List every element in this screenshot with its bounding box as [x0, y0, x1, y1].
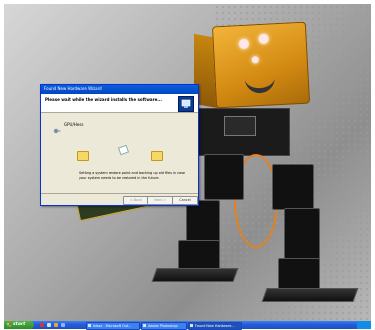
wizard-status-message: Setting a system restore point and backi…: [79, 171, 185, 180]
robot-eye-left: [238, 38, 250, 50]
start-label: start: [13, 322, 26, 327]
next-button[interactable]: Next >: [147, 196, 173, 205]
wizard-title: Found New Hardware Wizard: [44, 86, 102, 91]
taskbar-item-label: Inbox - Microsoft Out...: [93, 324, 132, 328]
taskbar-item-label: Adobe Photoshop: [148, 324, 178, 328]
windows-flag-icon: [7, 323, 11, 327]
desktop: Found New Hardware Wizard Please wait wh…: [4, 4, 371, 321]
servo-hip-left: [204, 154, 244, 200]
flying-file-icon: [117, 144, 130, 156]
start-button[interactable]: start: [4, 321, 34, 329]
screenshot-frame: Found New Hardware Wizard Please wait wh…: [0, 0, 375, 330]
outlook-icon: [88, 324, 91, 327]
robot-foot-right: [261, 288, 359, 302]
wizard-titlebar[interactable]: Found New Hardware Wizard: [41, 85, 198, 94]
wizard-heading: Please wait while the wizard installs th…: [45, 97, 162, 102]
hardware-wizard-icon: [178, 96, 194, 112]
quicklaunch-outlook-icon[interactable]: [61, 323, 65, 327]
cancel-button[interactable]: Cancel: [172, 196, 198, 205]
device-icon: [53, 120, 61, 134]
taskbar-item-label: Found New Hardware...: [195, 324, 235, 328]
quicklaunch-ie-icon[interactable]: [40, 323, 44, 327]
quicklaunch-media-icon[interactable]: [54, 323, 58, 327]
taskbar: start Inbox - Microsoft Out... Adobe Pho…: [4, 321, 371, 330]
quicklaunch-desktop-icon[interactable]: [47, 323, 51, 327]
install-animation: [61, 143, 181, 165]
source-folder-icon: [77, 151, 89, 161]
destination-folder-icon: [151, 151, 163, 161]
robot-foot-left: [151, 268, 239, 282]
robot-mouth: [244, 75, 276, 94]
robot-eye-right: [258, 33, 269, 45]
system-tray: [357, 321, 371, 329]
wizard-button-row: < Back Next > Cancel: [41, 193, 198, 205]
photoshop-icon: [143, 324, 146, 327]
robot-head: [211, 21, 311, 109]
wizard-header: Please wait while the wizard installs th…: [41, 94, 198, 113]
found-new-hardware-wizard: Found New Hardware Wizard Please wait wh…: [40, 84, 199, 206]
hardware-wizard-task-icon: [190, 324, 193, 327]
back-button[interactable]: < Back: [123, 196, 149, 205]
robot-board: [224, 116, 256, 136]
servo-hip-right: [272, 164, 314, 210]
device-name: GPU/Hess: [64, 122, 84, 127]
robot-nose: [251, 56, 259, 64]
